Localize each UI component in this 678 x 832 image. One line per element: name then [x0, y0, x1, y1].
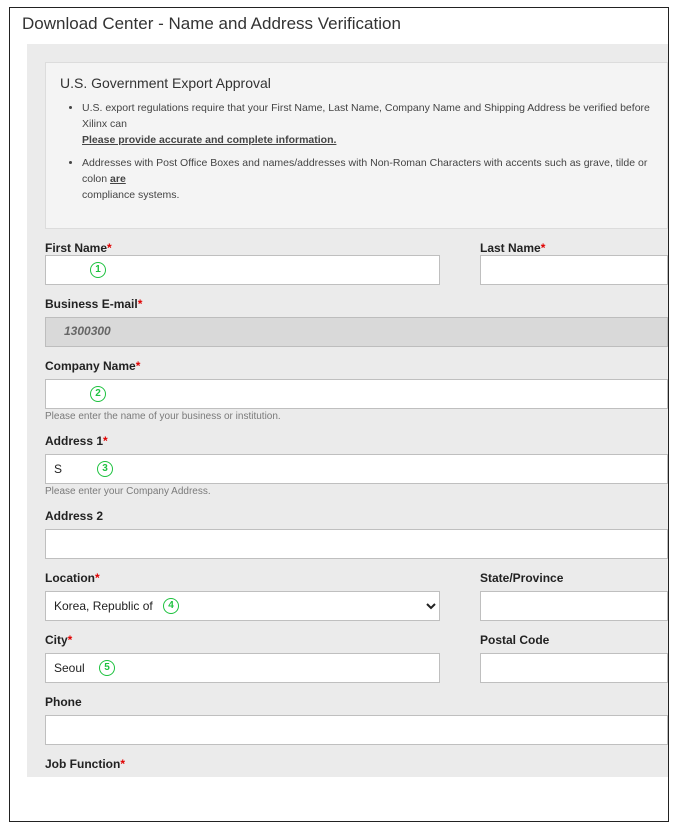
address1-label: Address 1* — [45, 434, 668, 448]
job-function-select[interactable]: Developer - Software — [45, 777, 668, 778]
city-label: City* — [45, 633, 440, 647]
last-name-label: Last Name* — [480, 241, 545, 255]
address2-input[interactable] — [45, 529, 668, 559]
address2-label: Address 2 — [45, 509, 668, 523]
phone-input[interactable] — [45, 715, 668, 745]
postal-label: Postal Code — [480, 633, 668, 647]
state-label: State/Province — [480, 571, 668, 585]
export-notice-title: U.S. Government Export Approval — [60, 75, 653, 91]
export-notice-line-2: Addresses with Post Office Boxes and nam… — [82, 156, 653, 203]
postal-input[interactable] — [480, 653, 668, 683]
business-email-label: Business E-mail* — [45, 297, 668, 311]
first-name-label: First Name* — [45, 241, 112, 255]
address1-input[interactable] — [45, 454, 668, 484]
location-label: Location* — [45, 571, 440, 585]
business-email-input: 1300300 — [45, 317, 668, 347]
page-title: Download Center - Name and Address Verif… — [10, 8, 668, 42]
company-name-hint: Please enter the name of your business o… — [45, 411, 668, 422]
state-input[interactable] — [480, 591, 668, 621]
company-name-label: Company Name* — [45, 359, 668, 373]
phone-label: Phone — [45, 695, 668, 709]
export-notice-line-1: U.S. export regulations require that you… — [82, 101, 653, 148]
city-input[interactable] — [45, 653, 440, 683]
first-name-input[interactable] — [45, 255, 440, 285]
location-select[interactable]: Korea, Republic of — [45, 591, 440, 621]
company-name-input[interactable] — [45, 379, 668, 409]
job-function-label: Job Function* — [45, 757, 668, 771]
address1-hint: Please enter your Company Address. — [45, 486, 668, 497]
last-name-input[interactable] — [480, 255, 668, 285]
export-notice-box: U.S. Government Export Approval U.S. exp… — [45, 62, 668, 229]
